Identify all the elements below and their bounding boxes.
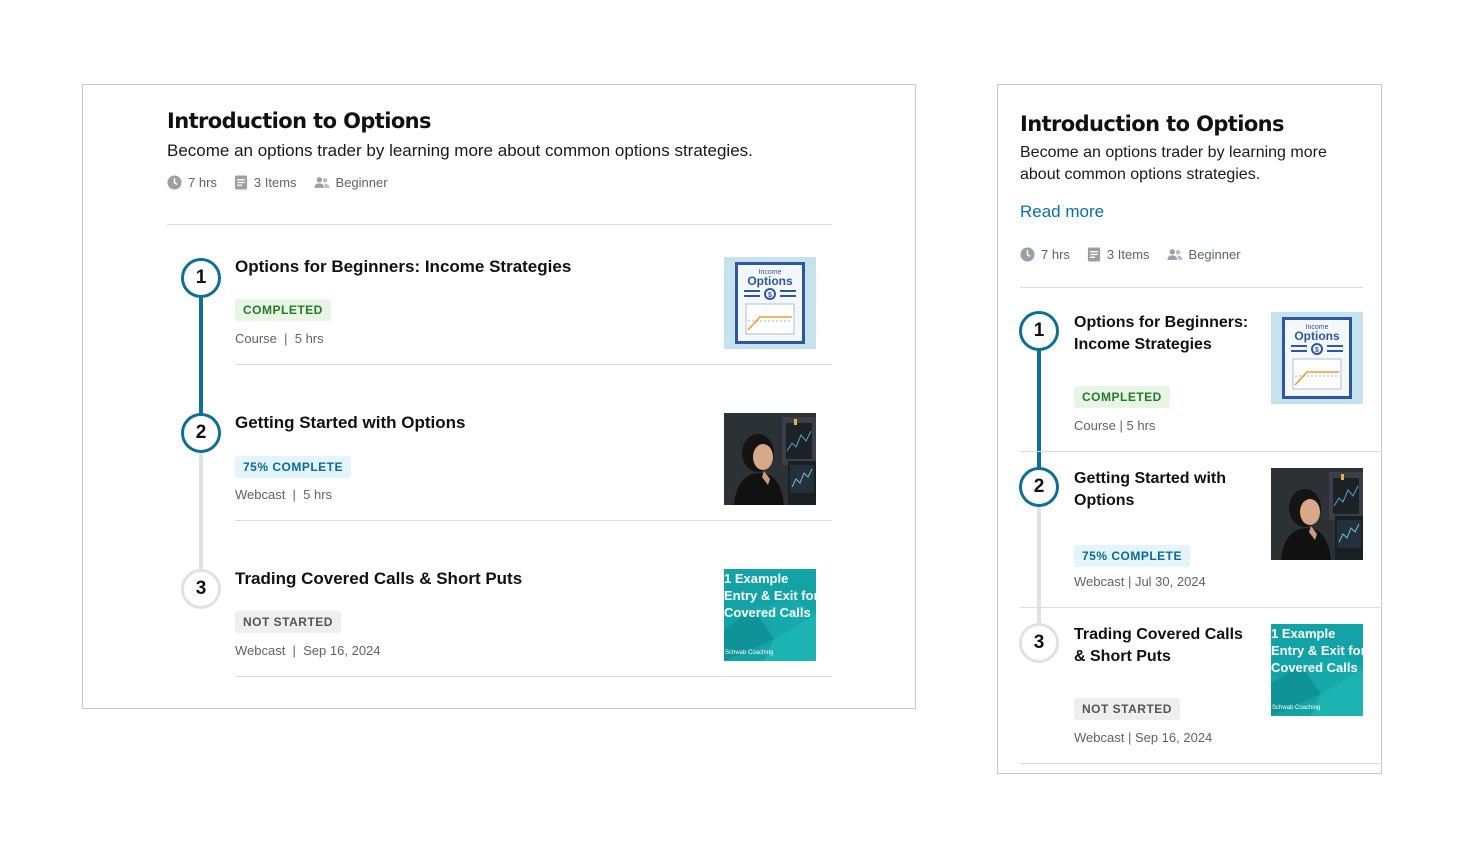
level-meta: Beginner [313, 175, 388, 190]
course-card-desktop: Introduction to Options Become an option… [82, 84, 916, 709]
duration-meta: 7 hrs [1020, 247, 1070, 262]
level-meta: Beginner [1166, 247, 1241, 262]
progress-rail-remaining [1037, 487, 1041, 623]
items-text: 3 Items [253, 175, 297, 190]
status-badge-progress: 75% COMPLETE [235, 456, 352, 478]
item-3-meta: Webcast | Sep 16, 2024 [235, 643, 381, 658]
course-description-line-2: about common options strategies. [1020, 166, 1261, 183]
item-2-title-line-1[interactable]: Getting Started with [1074, 468, 1226, 490]
item-2-meta: Webcast | Jul 30, 2024 [1074, 574, 1206, 589]
clock-icon [1020, 247, 1035, 262]
item-3-divider [1020, 763, 1382, 764]
progress-rail-completed [199, 277, 203, 433]
items-text: 3 Items [1106, 247, 1150, 262]
item-2-meta: Webcast | 5 hrs [235, 487, 333, 502]
thumb-brand: Schwab Coaching [725, 650, 773, 656]
course-title: Introduction to Options [167, 109, 432, 133]
item-2-thumbnail[interactable] [1271, 468, 1363, 560]
document-icon [1087, 247, 1100, 262]
item-3-title[interactable]: Trading Covered Calls & Short Puts [235, 568, 522, 590]
item-1-divider [235, 364, 832, 365]
course-title-mobile: Introduction to Options [1020, 112, 1285, 136]
item-1-title-line-2[interactable]: Income Strategies [1074, 334, 1212, 356]
people-icon [1166, 249, 1183, 260]
item-3-meta: Webcast | Sep 16, 2024 [1074, 730, 1213, 745]
item-3-divider [235, 676, 832, 677]
item-1-thumbnail[interactable]: Income Options $ [1271, 312, 1363, 404]
item-2-title-line-2[interactable]: Options [1074, 490, 1134, 512]
step-2-indicator: 2 [181, 413, 221, 453]
status-badge-not-started: NOT STARTED [1074, 698, 1180, 720]
thumb-line2: Entry & Exit for [724, 588, 816, 603]
item-1-divider [1020, 451, 1382, 452]
thumb-line2: Entry & Exit for [1271, 643, 1363, 658]
people-icon [313, 177, 330, 188]
item-1-title-line-1[interactable]: Options for Beginners: [1074, 312, 1248, 334]
header-divider-mobile [1020, 287, 1363, 288]
level-text: Beginner [335, 175, 388, 190]
thumb-brand: Schwab Coaching [1272, 705, 1320, 711]
item-3-title-line-1[interactable]: Trading Covered Calls [1074, 624, 1243, 646]
step-3-indicator: 3 [181, 569, 221, 609]
thumb-line1: 1 Example [1271, 626, 1335, 641]
step-2-indicator: 2 [1019, 467, 1059, 507]
thumb-line1: 1 Example [724, 571, 788, 586]
item-3-thumbnail[interactable]: 1 Example Entry & Exit for Covered Calls… [1271, 624, 1363, 716]
item-3-title-line-2[interactable]: & Short Puts [1074, 646, 1171, 668]
step-1-indicator: 1 [1019, 311, 1059, 351]
status-badge-completed: COMPLETED [1074, 386, 1170, 408]
status-badge-not-started: NOT STARTED [235, 611, 341, 633]
thumb-dollar-symbol: $ [1315, 347, 1319, 354]
item-1-thumbnail[interactable]: Income Options $ [724, 257, 816, 349]
item-2-title[interactable]: Getting Started with Options [235, 412, 465, 434]
status-badge-completed: COMPLETED [235, 299, 331, 321]
thumb-options-label: Options [1294, 329, 1340, 343]
course-card-mobile: Introduction to Options Become an option… [997, 84, 1382, 774]
header-divider [167, 224, 832, 225]
item-1-title[interactable]: Options for Beginners: Income Strategies [235, 256, 571, 278]
item-1-meta: Course | 5 hrs [235, 331, 324, 346]
items-meta: 3 Items [234, 175, 297, 190]
progress-rail-completed [1037, 347, 1041, 487]
item-2-divider [1020, 607, 1382, 608]
items-meta: 3 Items [1087, 247, 1150, 262]
document-icon [234, 175, 247, 190]
thumb-dollar-symbol: $ [768, 292, 772, 299]
item-3-thumbnail[interactable]: 1 Example Entry & Exit for Covered Calls… [724, 569, 816, 661]
course-description-line-1: Become an options trader by learning mor… [1020, 144, 1327, 161]
duration-text: 7 hrs [1041, 247, 1070, 262]
duration-meta: 7 hrs [167, 175, 217, 190]
progress-rail-remaining [199, 433, 203, 589]
thumb-line3: Covered Calls [1271, 660, 1358, 675]
item-2-thumbnail[interactable] [724, 413, 816, 505]
course-description: Become an options trader by learning mor… [167, 141, 753, 160]
level-text: Beginner [1188, 247, 1241, 262]
duration-text: 7 hrs [188, 175, 217, 190]
read-more-link[interactable]: Read more [1020, 202, 1104, 222]
step-1-indicator: 1 [181, 258, 221, 298]
clock-icon [167, 175, 182, 190]
course-meta: 7 hrs 3 Items Beginner [167, 175, 405, 190]
thumb-line3: Covered Calls [724, 605, 811, 620]
item-1-meta: Course | 5 hrs [1074, 418, 1156, 433]
step-3-indicator: 3 [1019, 623, 1059, 663]
thumb-options-label: Options [747, 274, 793, 288]
status-badge-progress: 75% COMPLETE [1074, 545, 1191, 567]
item-2-divider [235, 520, 832, 521]
course-meta-mobile: 7 hrs 3 Items Beginner [1020, 247, 1258, 262]
